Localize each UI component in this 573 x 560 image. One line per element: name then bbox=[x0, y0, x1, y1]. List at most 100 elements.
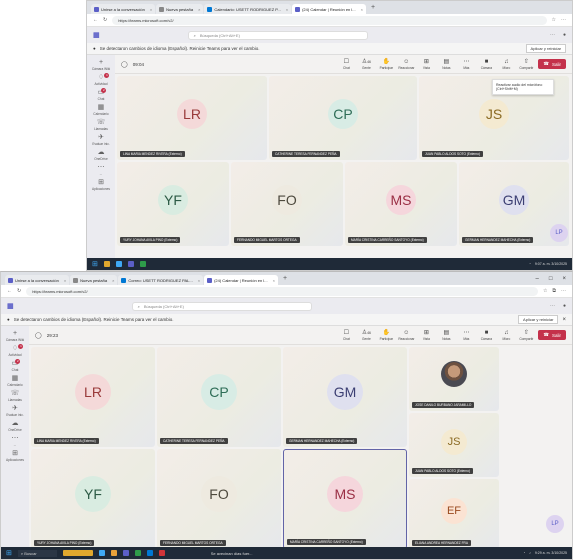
participant-tile[interactable]: LR LINA MARIA MENDEZ RIVERA (Externo) bbox=[117, 76, 267, 160]
app-icon[interactable] bbox=[146, 550, 153, 556]
rail-item[interactable]: ✈ Evaluar inic. bbox=[92, 134, 109, 146]
toolbar-cámara-button[interactable]: ■ Cámara bbox=[479, 329, 493, 341]
rail-item[interactable]: ▭ Chat 2 bbox=[98, 88, 107, 101]
url-field[interactable]: https://teams.microsoft.com/v2/ bbox=[26, 286, 538, 296]
close-icon[interactable]: × bbox=[358, 7, 363, 12]
self-avatar[interactable]: LP bbox=[546, 515, 564, 533]
taskbar-search[interactable]: ⌕ Buscar bbox=[17, 549, 57, 557]
star-icon[interactable]: ☆ bbox=[543, 288, 547, 294]
toolbar-notas-button[interactable]: ▤ Notas bbox=[439, 329, 453, 341]
participant-tile[interactable]: MS MARÍA CRISTINA CARREÑO SANTOYO (Extern… bbox=[345, 162, 457, 246]
toolbar-cámara-button[interactable]: ■ Cámara bbox=[479, 58, 493, 70]
toolbar-compartir-button[interactable]: ⇧ Compartir bbox=[519, 329, 533, 341]
participant-tile[interactable]: CP CATHERINE TERESA FERNANDEZ PEÑA bbox=[157, 347, 281, 447]
extensions-icon[interactable]: ⧉ bbox=[552, 288, 556, 294]
rail-item[interactable]: ♢ Actividad 1 bbox=[95, 73, 110, 86]
maximize-icon[interactable]: □ bbox=[549, 276, 553, 282]
rail-item[interactable]: ☏ Llamadas bbox=[94, 119, 108, 131]
more-icon[interactable]: ⋯ bbox=[550, 303, 555, 309]
search-input[interactable]: ⌕ Búsqueda (Ctrl+Alt+E) bbox=[131, 301, 312, 311]
browser-tab-active[interactable]: (24) Calendar | Reunión en l... × bbox=[292, 4, 366, 14]
rail-item[interactable]: ♢ Actividad 1 bbox=[9, 344, 24, 357]
rail-item[interactable]: ⊞ Aplicaciones bbox=[92, 179, 110, 191]
toolbar-compartir-button[interactable]: ⇧ Compartir bbox=[519, 58, 533, 70]
close-icon[interactable]: × bbox=[147, 7, 152, 12]
close-icon[interactable]: × bbox=[195, 278, 200, 283]
more-icon[interactable]: ⋯ bbox=[550, 32, 555, 38]
rail-item[interactable]: ⋯... bbox=[98, 164, 105, 176]
avatar-icon[interactable]: ● bbox=[563, 32, 566, 38]
participant-tile[interactable]: YF YURY JOHANA AVILA PINO (Externo) bbox=[117, 162, 229, 246]
participant-tile[interactable]: LR LINA MARIA MENDEZ RIVERA (Externo) bbox=[31, 347, 155, 447]
close-icon[interactable]: × bbox=[195, 7, 200, 12]
weather-status[interactable]: Se avecinan días fuer... bbox=[211, 551, 253, 556]
self-avatar[interactable]: LP bbox=[550, 224, 568, 242]
close-window-icon[interactable]: × bbox=[562, 276, 566, 282]
toolbar-participar-button[interactable]: ✋ Participar bbox=[379, 329, 393, 341]
toolbar-notas-button[interactable]: ▤ Notas bbox=[439, 58, 453, 70]
toolbar-gente-button[interactable]: ♙46 Gente bbox=[359, 58, 373, 70]
app-icon[interactable] bbox=[158, 550, 165, 556]
browser-tab[interactable]: Calendario: USETT RODRIGUEZ P... × bbox=[204, 4, 292, 14]
participant-tile[interactable]: FO FERNANDO MIGUEL MARTOS ORTEGA bbox=[231, 162, 343, 246]
new-tab-button[interactable]: + bbox=[367, 4, 379, 11]
browser-tab[interactable]: Nueva pestaña × bbox=[156, 4, 204, 14]
toolbar-más-button[interactable]: ⋯ Más bbox=[459, 58, 473, 70]
wifi-icon[interactable]: ◔ bbox=[523, 551, 525, 555]
toolbar-micro-button[interactable]: ♫ Micro bbox=[499, 58, 513, 70]
app-icon[interactable] bbox=[103, 261, 110, 267]
participant-tile[interactable]: CP CATHERINE TERESA FERNANDEZ PEÑA bbox=[269, 76, 417, 160]
toolbar-participar-button[interactable]: ✋ Participar bbox=[379, 58, 393, 70]
close-icon[interactable]: × bbox=[61, 278, 66, 283]
close-icon[interactable]: × bbox=[270, 278, 275, 283]
toolbar-vista-button[interactable]: ⊞ Vista bbox=[419, 329, 433, 341]
app-icon[interactable] bbox=[62, 550, 93, 556]
url-field[interactable]: https://teams.microsoft.com/v2/ bbox=[112, 15, 547, 25]
close-icon[interactable]: × bbox=[109, 278, 114, 283]
apply-restart-button[interactable]: Aplicar y reiniciar bbox=[525, 44, 566, 53]
browser-tab-active[interactable]: (24) Calendar | Reunión en l... × bbox=[204, 275, 278, 285]
app-icon[interactable] bbox=[110, 550, 117, 556]
toolbar-reaccionar-button[interactable]: ☺ Reaccionar bbox=[398, 329, 414, 341]
participant-tile[interactable]: JS JUAN PABLO ALDOS SOTO (Externo) bbox=[409, 413, 499, 477]
browser-tab[interactable]: Unirse a la conversación × bbox=[91, 4, 156, 14]
toolbar-más-button[interactable]: ⋯ Más bbox=[459, 329, 473, 341]
new-tab-button[interactable]: + bbox=[279, 275, 291, 282]
participant-tile[interactable]: JOSE DANILO BURBANO JARAMILLO bbox=[409, 347, 499, 411]
rail-item[interactable]: ⋯... bbox=[12, 435, 19, 447]
app-icon[interactable] bbox=[139, 261, 146, 267]
back-icon[interactable]: ← bbox=[7, 288, 12, 294]
rail-item[interactable]: ⊞ Aplicaciones bbox=[6, 450, 24, 462]
app-icon[interactable] bbox=[122, 550, 129, 556]
app-icon[interactable] bbox=[134, 550, 141, 556]
toolbar-vista-button[interactable]: ⊞ Vista bbox=[419, 58, 433, 70]
clock[interactable]: 9:29 a. m. 3/10/2025 bbox=[535, 551, 567, 555]
volume-icon[interactable]: ♪ bbox=[529, 551, 531, 555]
leave-button[interactable]: ☎ Salir bbox=[538, 59, 566, 69]
rail-item[interactable]: ▦ Calendario bbox=[7, 375, 22, 387]
toolbar-reaccionar-button[interactable]: ☺ Reaccionar bbox=[398, 58, 414, 70]
toolbar-chat-button[interactable]: ☐ Chat bbox=[339, 58, 353, 70]
reload-icon[interactable]: ↻ bbox=[17, 288, 21, 294]
clock[interactable]: 9:07 a. m. 3/10/2025 bbox=[535, 262, 567, 266]
app-icon[interactable] bbox=[115, 261, 122, 267]
toolbar-micro-button[interactable]: ♫ Micro bbox=[499, 329, 513, 341]
rail-item[interactable]: + Cámara Wiki bbox=[6, 330, 24, 342]
wifi-icon[interactable]: ◔ bbox=[529, 262, 531, 266]
more-icon[interactable]: ⋯ bbox=[561, 288, 566, 294]
app-icon[interactable] bbox=[98, 550, 105, 556]
avatar-icon[interactable]: ● bbox=[563, 303, 566, 309]
toolbar-gente-button[interactable]: ♙46 Gente bbox=[359, 329, 373, 341]
reload-icon[interactable]: ↻ bbox=[103, 17, 107, 23]
participant-tile[interactable]: MS MARÍA CRISTINA CARREÑO SANTOYO (Extern… bbox=[283, 449, 407, 549]
rail-item[interactable]: ☏ Llamadas bbox=[8, 390, 22, 402]
rail-item[interactable]: ▦ Calendario bbox=[93, 104, 108, 116]
windows-icon[interactable]: ⊞ bbox=[6, 549, 12, 557]
rail-item[interactable]: + Cámara Wiki bbox=[92, 59, 110, 71]
rail-item[interactable]: ☁ OneDrive bbox=[94, 149, 107, 161]
participant-tile[interactable]: GM GERMAN HERNANDEZ MAHECHA (Externo) bbox=[283, 347, 407, 447]
browser-tab[interactable]: Nueva pestaña × bbox=[70, 275, 118, 285]
leave-button[interactable]: ☎ Salir bbox=[538, 330, 566, 340]
browser-tab[interactable]: Unirse a la conversación × bbox=[5, 275, 70, 285]
windows-icon[interactable]: ⊞ bbox=[92, 260, 98, 268]
